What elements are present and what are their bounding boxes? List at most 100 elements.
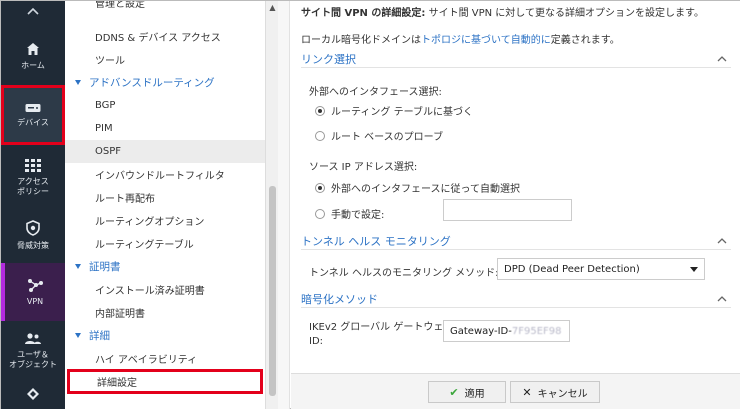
tunnel-method-value: DPD (Dead Peer Detection) bbox=[504, 263, 640, 275]
page-description-text: サイト間 VPN に対して更なる詳細オプションを設定します。 bbox=[425, 8, 704, 19]
gateway-id-prefix: Gateway-ID- bbox=[450, 325, 512, 337]
nav-access-policy[interactable]: アクセス ポリシー bbox=[1, 149, 65, 207]
main-navigation-rail: ホーム デバイス アクセス ポリシー 脅威対策 VPN ユーザ＆ オブジェクト bbox=[1, 1, 65, 409]
encryption-domain-note: ローカル暗号化ドメインはトポロジに基づいて自動的に定義されます。 bbox=[301, 31, 620, 46]
section-link-selection[interactable]: リンク選択 bbox=[301, 50, 731, 68]
users-icon bbox=[25, 332, 41, 344]
tunnel-method-label: トンネル ヘルスのモニタリング メソッド: bbox=[309, 268, 499, 279]
subnav-item-redistribution[interactable]: ルート再配布 bbox=[65, 186, 265, 209]
subnav-group-certificates[interactable]: 証明書 bbox=[65, 255, 265, 278]
nav-users-objects[interactable]: ユーザ＆ オブジェクト bbox=[1, 323, 65, 379]
nav-devices[interactable]: デバイス bbox=[1, 85, 65, 145]
apply-button[interactable]: ✔ 適用 bbox=[428, 381, 506, 403]
ikev2-gateway-id-input[interactable]: Gateway-ID- 7F95EF98 bbox=[443, 320, 570, 342]
shield-icon bbox=[26, 219, 40, 236]
radio-manual[interactable]: 手動で設定: bbox=[315, 206, 384, 221]
scroll-up-icon[interactable]: ▲ bbox=[268, 3, 277, 13]
ikev2-gateway-id-label: IKEv2 グローバル ゲートウェイ ID: bbox=[309, 321, 453, 349]
subnav-item-advanced-settings[interactable]: 詳細設定 bbox=[67, 369, 263, 394]
subnav-group-certificates-label: 証明書 bbox=[89, 261, 121, 273]
radio-manual-label: 手動で設定: bbox=[331, 210, 385, 221]
nav-users-label-1: ユーザ＆ bbox=[17, 349, 49, 359]
grid-icon bbox=[25, 159, 41, 172]
subnav-group-advanced[interactable]: 詳細 bbox=[65, 324, 265, 347]
note-suffix: 定義されます。 bbox=[550, 35, 620, 46]
subnav-item-inbound-filter[interactable]: インバウンドルートフィルタ bbox=[65, 163, 265, 186]
radio-unselected-icon bbox=[315, 130, 325, 141]
gateway-id-masked: 7F95EF98 bbox=[511, 325, 562, 337]
cancel-button-label: キャンセル bbox=[537, 388, 588, 400]
device-icon bbox=[25, 103, 41, 112]
subnav-item-tools[interactable]: ツール bbox=[65, 48, 265, 71]
chevron-up-icon[interactable] bbox=[717, 295, 727, 302]
note-prefix: ローカル暗号化ドメインは bbox=[301, 35, 421, 46]
advanced-settings-panel: サイト間 VPN の詳細設定: サイト間 VPN に対して更なる詳細オプションを… bbox=[291, 1, 740, 409]
caret-down-icon bbox=[75, 80, 81, 85]
subnav-group-advanced-label: 詳細 bbox=[89, 330, 110, 342]
caret-down-icon bbox=[75, 333, 81, 338]
subnav-item-routing-table[interactable]: ルーティングテーブル bbox=[65, 232, 265, 255]
nav-users-label-2: オブジェクト bbox=[9, 359, 57, 369]
subnav-item-management[interactable]: 管理と設定 bbox=[65, 1, 265, 14]
nav-access-label-2: ポリシー bbox=[17, 187, 49, 196]
source-ip-label: ソース IP アドレス選択: bbox=[309, 162, 418, 173]
radio-routing-table-label: ルーティング テーブルに基づく bbox=[331, 107, 473, 118]
diamond-icon bbox=[27, 387, 39, 400]
close-icon: ✕ bbox=[522, 385, 532, 399]
subnav-group-advanced-routing[interactable]: アドバンスドルーティング bbox=[65, 71, 265, 94]
subnav-item-installed-certs[interactable]: インストール済み証明書 bbox=[65, 278, 265, 301]
radio-route-probe-label: ルート ベースのプローブ bbox=[331, 132, 444, 143]
nav-home[interactable]: ホーム bbox=[1, 29, 65, 83]
radio-selected-icon bbox=[315, 182, 325, 193]
action-footer: ✔ 適用 ✕ キャンセル bbox=[291, 373, 740, 409]
nav-devices-label: デバイス bbox=[17, 117, 49, 127]
chevron-up-icon bbox=[27, 7, 39, 15]
section-encryption-method[interactable]: 暗号化メソッド bbox=[301, 290, 731, 308]
subnav-item-routing-options[interactable]: ルーティングオプション bbox=[65, 209, 265, 232]
subnav-item-internal-certs[interactable]: 内部証明書 bbox=[65, 301, 265, 324]
subnav-item-ospf[interactable]: OSPF bbox=[65, 140, 265, 163]
subnav-group-advanced-routing-label: アドバンスドルーティング bbox=[89, 77, 215, 89]
manual-ip-input[interactable] bbox=[443, 199, 572, 221]
panel-divider bbox=[278, 1, 290, 409]
radio-auto-select[interactable]: 外部へのインタフェースに従って自動選択 bbox=[315, 180, 520, 195]
home-icon bbox=[27, 42, 39, 55]
check-icon: ✔ bbox=[449, 385, 459, 399]
nav-home-label: ホーム bbox=[21, 60, 45, 70]
nav-logs[interactable] bbox=[1, 383, 65, 409]
tunnel-method-select[interactable]: DPD (Dead Peer Detection) bbox=[497, 258, 705, 280]
section-tunnel-health-title: トンネル ヘルス モニタリング bbox=[301, 234, 451, 248]
secondary-navigation: 管理と設定 DDNS & デバイス アクセス ツール アドバンスドルーティング … bbox=[65, 1, 265, 409]
radio-auto-select-label: 外部へのインタフェースに従って自動選択 bbox=[331, 184, 520, 195]
apply-button-label: 適用 bbox=[464, 388, 485, 400]
section-link-selection-title: リンク選択 bbox=[301, 52, 356, 66]
dropdown-arrow-icon bbox=[690, 266, 698, 272]
collapse-up-button[interactable] bbox=[1, 1, 65, 25]
section-tunnel-health[interactable]: トンネル ヘルス モニタリング bbox=[301, 232, 731, 250]
ikev2-label-line-2: ID: bbox=[309, 336, 324, 347]
subnav-item-high-availability[interactable]: ハイ アベイラビリティ bbox=[65, 347, 265, 370]
section-encryption-method-title: 暗号化メソッド bbox=[301, 292, 378, 306]
nav-access-label-1: アクセス bbox=[17, 177, 49, 186]
radio-unselected-icon bbox=[315, 208, 325, 219]
nav-threat-label: 脅威対策 bbox=[17, 240, 49, 250]
subnav-scroll-thumb[interactable] bbox=[269, 186, 276, 396]
chevron-up-icon[interactable] bbox=[717, 55, 727, 62]
nav-vpn[interactable]: VPN bbox=[1, 263, 65, 321]
ikev2-label-line-1: IKEv2 グローバル ゲートウェイ bbox=[309, 322, 454, 333]
page-description: サイト間 VPN の詳細設定: サイト間 VPN に対して更なる詳細オプションを… bbox=[301, 4, 704, 19]
page-title: サイト間 VPN の詳細設定: bbox=[301, 8, 426, 19]
subnav-item-pim[interactable]: PIM bbox=[65, 117, 265, 140]
vpn-nodes-icon bbox=[28, 278, 43, 292]
nav-threat-prevention[interactable]: 脅威対策 bbox=[1, 209, 65, 261]
subnav-item-ddns[interactable]: DDNS & デバイス アクセス bbox=[65, 25, 265, 48]
topology-link[interactable]: トポロジに基づいて自動的に bbox=[421, 35, 551, 46]
radio-route-probe[interactable]: ルート ベースのプローブ bbox=[315, 128, 443, 143]
subnav-scrollbar[interactable]: ▲ bbox=[265, 1, 278, 409]
chevron-up-icon[interactable] bbox=[717, 237, 727, 244]
cancel-button[interactable]: ✕ キャンセル bbox=[510, 381, 600, 403]
nav-vpn-label: VPN bbox=[26, 296, 44, 306]
caret-down-icon bbox=[75, 264, 81, 269]
subnav-item-bgp[interactable]: BGP bbox=[65, 94, 265, 117]
radio-routing-table[interactable]: ルーティング テーブルに基づく bbox=[315, 103, 473, 118]
